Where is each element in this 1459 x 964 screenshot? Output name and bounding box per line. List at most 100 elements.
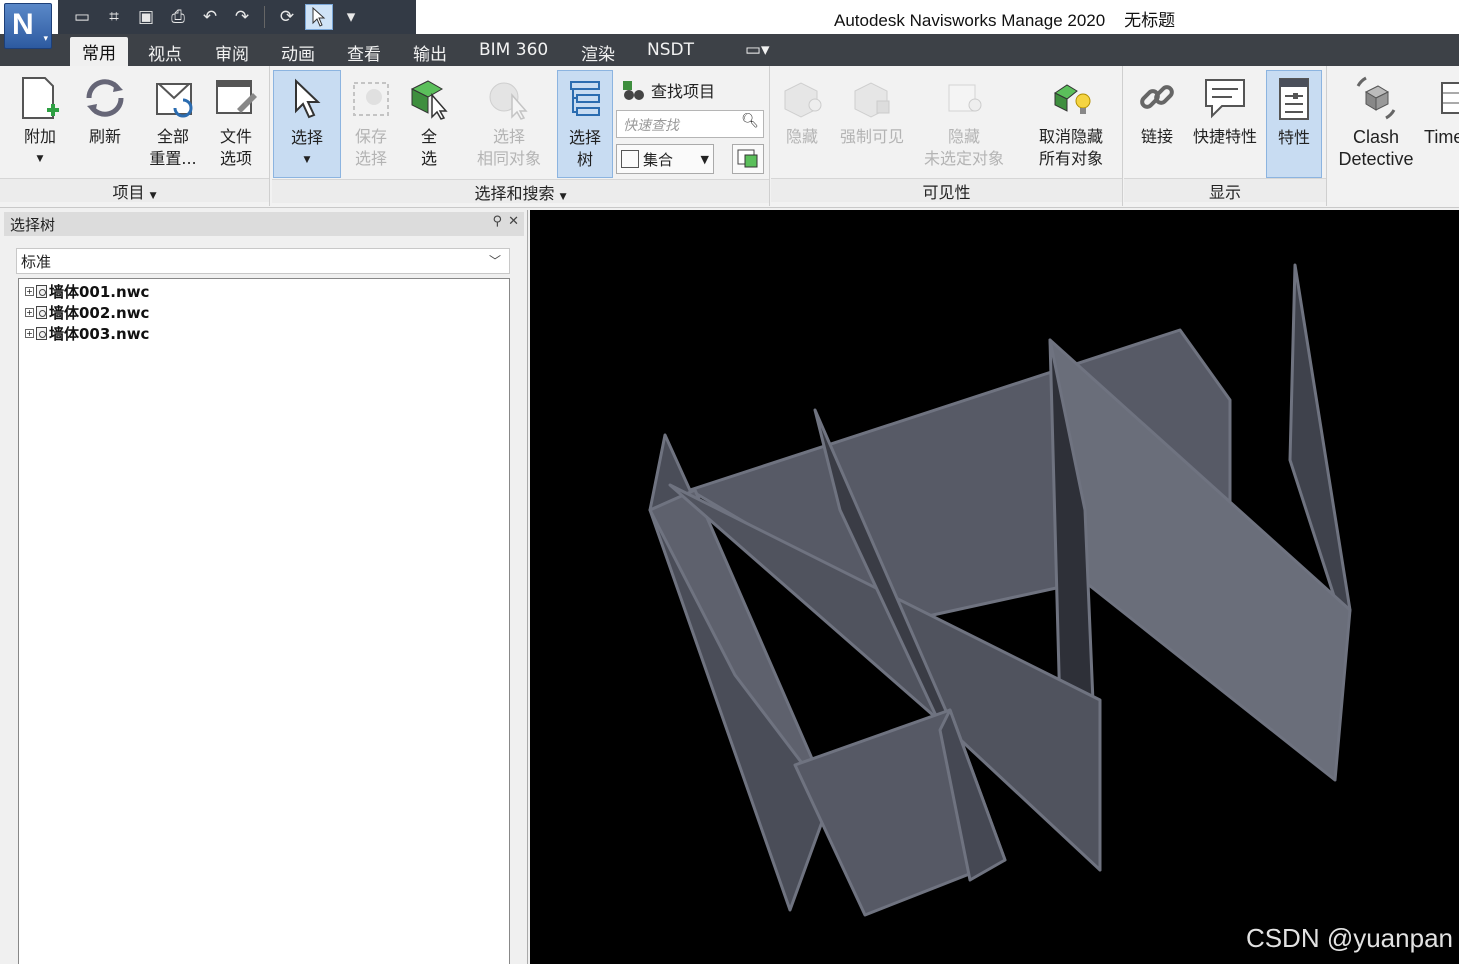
links-button[interactable]: 链接 <box>1132 70 1182 178</box>
application-menu-button[interactable]: N ▾ <box>4 3 52 49</box>
clash-label-2: Detective <box>1338 149 1414 169</box>
select-same-button[interactable]: 选择 相同对象 <box>469 70 549 178</box>
manage-sets-button[interactable] <box>732 144 764 174</box>
tools-panel: Clash Detective Time <box>1328 66 1459 206</box>
refresh-icon[interactable]: ⟳ <box>273 4 301 30</box>
select-icon[interactable] <box>305 4 333 30</box>
properties-button[interactable]: 特性 <box>1266 70 1322 178</box>
new-icon[interactable]: ▭ <box>68 4 96 30</box>
unhide-all-label-2: 所有对象 <box>1038 149 1103 168</box>
tree-node-label: 墙体002.nwc <box>49 304 150 322</box>
select-all-label-2: 选 <box>420 149 437 168</box>
expand-icon[interactable]: + <box>25 329 34 338</box>
visibility-title-text: 可见性 <box>922 183 971 202</box>
unhide-all-button[interactable]: 取消隐藏 所有对象 <box>1025 70 1117 178</box>
tab-viewpoint[interactable]: 视点 <box>148 40 182 65</box>
tree-node[interactable]: + 墙体003.nwc <box>25 323 149 344</box>
search-icon[interactable]: 🔍︎ <box>741 113 759 129</box>
save-selection-button[interactable]: 保存 选择 <box>345 70 397 178</box>
append-button[interactable]: 附加 ▼ <box>10 70 70 178</box>
select-cursor-icon <box>274 71 340 127</box>
properties-label: 特性 <box>1277 128 1310 147</box>
tree-list: + 墙体001.nwc + 墙体002.nwc + 墙体003.nwc <box>18 278 510 964</box>
select-label: 选择 <box>290 128 323 147</box>
selection-tree-button[interactable]: 选择 树 <box>557 70 613 178</box>
document-name: 无标题 <box>1124 11 1176 30</box>
select-all-icon <box>403 70 455 126</box>
selection-tree-label: 选择 <box>568 128 601 147</box>
require-button[interactable]: 强制可见 <box>835 70 909 178</box>
close-icon[interactable]: ✕ <box>508 214 519 229</box>
file-options-icon <box>208 70 264 126</box>
select-all-button[interactable]: 全 选 <box>403 70 455 178</box>
refresh-button[interactable]: 刷新 <box>76 70 134 178</box>
hide-unselected-button[interactable]: 隐藏 未选定对象 <box>917 70 1011 178</box>
timeliner-label: Time <box>1424 127 1459 147</box>
links-label: 链接 <box>1140 127 1173 146</box>
project-title-text: 项目 <box>112 183 145 202</box>
watermark: CSDN @yuanpan <box>1245 923 1453 953</box>
sets-icon <box>621 150 639 168</box>
file-icon <box>36 306 47 319</box>
file-icon <box>36 285 47 298</box>
properties-icon <box>1267 71 1321 127</box>
quick-access-toolbar: ▭ ⌗ ▣ ⎙ ↶ ↷ ⟳ ▾ <box>58 0 416 34</box>
save-icon[interactable]: ▣ <box>132 4 160 30</box>
quick-properties-button[interactable]: 快捷特性 <box>1188 70 1262 178</box>
display-title-text: 显示 <box>1208 183 1241 202</box>
navisworks-logo-icon: N <box>12 8 34 41</box>
reset-all-button[interactable]: 全部 重置... <box>140 70 206 178</box>
expand-icon[interactable]: + <box>25 287 34 296</box>
append-icon <box>10 70 70 126</box>
quick-properties-label: 快捷特性 <box>1192 127 1257 146</box>
display-panel: 链接 快捷特性 特性 显示 <box>1124 66 1327 206</box>
tab-bim360[interactable]: BIM 360 <box>479 40 548 60</box>
file-options-label-2: 选项 <box>219 149 252 168</box>
tree-mode-dropdown[interactable]: 标准 ﹀ <box>16 248 510 274</box>
ribbon-tab-bar: 常用 视点 审阅 动画 查看 输出 BIM 360 渲染 NSDT ▭▾ <box>0 34 1459 67</box>
customize-icon[interactable]: ▾ <box>337 4 365 30</box>
hide-button[interactable]: 隐藏 <box>777 70 827 178</box>
print-icon[interactable]: ⎙ <box>164 4 192 30</box>
refresh-label: 刷新 <box>88 127 121 146</box>
select-same-label: 选择 <box>492 127 525 146</box>
pin-icon[interactable]: ⚲ <box>492 214 502 229</box>
hide-icon <box>777 70 827 126</box>
find-items-button[interactable]: 查找项目 <box>621 78 715 102</box>
open-icon[interactable]: ⌗ <box>100 4 128 30</box>
tree-mode-value: 标准 <box>21 253 52 271</box>
quick-find-placeholder: 快速查找 <box>623 118 679 134</box>
clash-detective-button[interactable]: Clash Detective <box>1334 70 1418 178</box>
manage-sets-icon <box>737 149 758 168</box>
unhide-all-icon <box>1025 70 1117 126</box>
file-options-button[interactable]: 文件 选项 <box>208 70 264 178</box>
select-all-label: 全 <box>420 127 437 146</box>
tree-node-label: 墙体003.nwc <box>49 325 150 343</box>
visibility-panel: 隐藏 强制可见 隐藏 未选定对象 取消隐藏 所有对象 可见性 <box>771 66 1123 206</box>
chevron-down-icon: ▼ <box>149 191 157 201</box>
expand-icon[interactable]: + <box>25 308 34 317</box>
sets-dropdown[interactable]: 集合 ▼ <box>616 144 714 174</box>
require-visible-icon <box>835 70 909 126</box>
tab-animation[interactable]: 动画 <box>281 40 315 65</box>
select-search-panel-title[interactable]: 选择和搜索 ▼ <box>272 179 769 203</box>
selection-tree-icon <box>558 71 612 127</box>
tab-review[interactable]: 审阅 <box>215 40 249 65</box>
tab-nsdt[interactable]: NSDT <box>647 40 694 60</box>
3d-viewport[interactable]: CSDN @yuanpan <box>530 210 1459 964</box>
select-button[interactable]: 选择 ▼ <box>273 70 341 178</box>
tab-home[interactable]: 常用 <box>70 37 128 67</box>
quick-find-input[interactable]: 快速查找 🔍︎ <box>616 110 764 138</box>
tab-output[interactable]: 输出 <box>413 40 447 65</box>
tab-render[interactable]: 渲染 <box>581 40 615 65</box>
tree-node[interactable]: + 墙体002.nwc <box>25 302 149 323</box>
undo-icon[interactable]: ↶ <box>196 4 224 30</box>
tree-node[interactable]: + 墙体001.nwc <box>25 281 149 302</box>
ribbon-minimize-icon[interactable]: ▭▾ <box>745 40 770 60</box>
refresh-icon <box>76 70 134 126</box>
visibility-panel-title: 可见性 <box>771 178 1122 202</box>
timeliner-button[interactable]: Time <box>1424 70 1459 178</box>
redo-icon[interactable]: ↷ <box>228 4 256 30</box>
tab-view[interactable]: 查看 <box>347 40 381 65</box>
project-panel-title[interactable]: 项目 ▼ <box>0 178 269 202</box>
